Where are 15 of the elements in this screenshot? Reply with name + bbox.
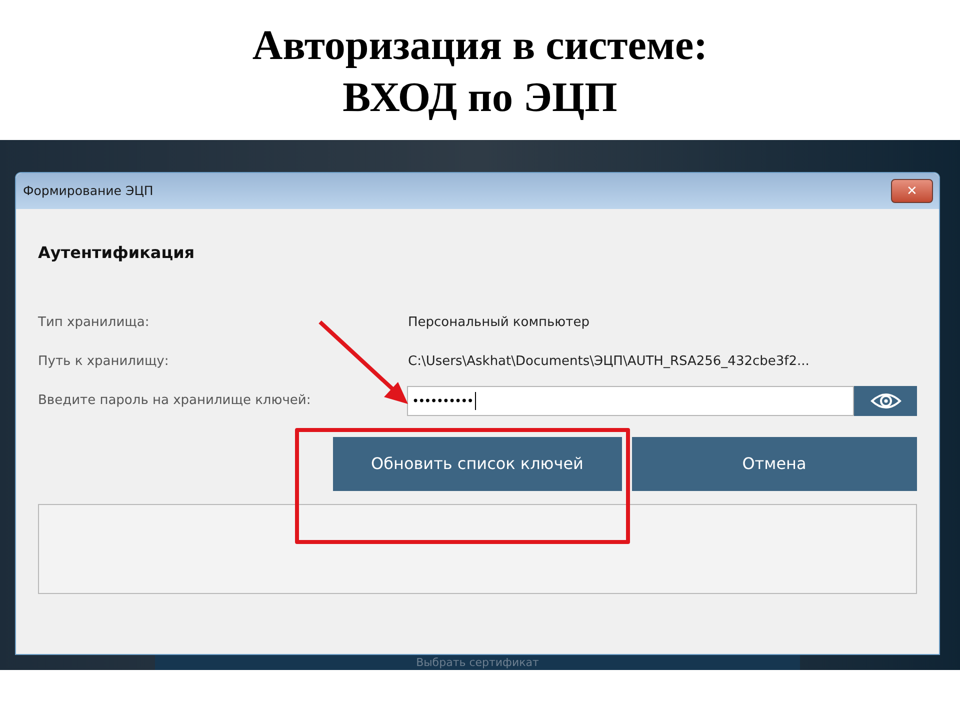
window-title: Формирование ЭЦП [23,182,154,200]
field-label: Введите пароль на хранилище ключей: [38,392,312,410]
slide-title: Авторизация в системе: [252,22,708,71]
close-button[interactable]: ✕ [891,179,933,203]
field-value: C:\Users\Askhat\Documents\ЭЦП\AUTH_RSA256_432cbe3f2... [408,353,810,372]
field-value: Персональный компьютер [408,314,590,332]
field-label: Тип хранилища: [38,314,150,332]
field-label: Путь к хранилищу: [38,353,170,372]
cancel-button[interactable]: Отмена [632,437,917,491]
show-password-button[interactable] [854,386,917,416]
refresh-keys-button[interactable]: Обновить список ключей [333,437,622,491]
password-field[interactable]: •••••••••• [407,386,854,416]
section-heading: Аутентификация [38,242,196,264]
eye-icon [870,392,902,410]
slide-title: ВХОД по ЭЦП [342,74,618,123]
